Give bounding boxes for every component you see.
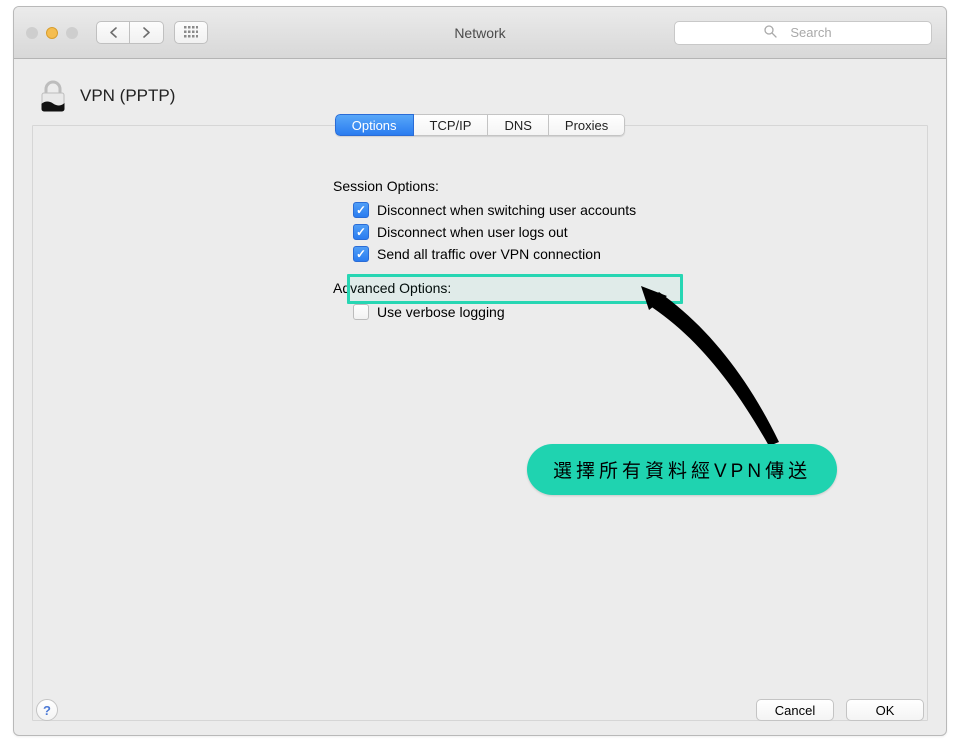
cancel-button[interactable]: Cancel xyxy=(756,699,834,721)
settings-pane: Options TCP/IP DNS Proxies Session Optio… xyxy=(32,125,928,721)
options-form: Session Options: Disconnect when switchi… xyxy=(333,148,893,320)
window-body: VPN (PPTP) Options TCP/IP DNS Proxies Se… xyxy=(14,59,946,735)
checkbox-label: Use verbose logging xyxy=(377,304,505,320)
minimize-window-button[interactable] xyxy=(46,27,58,39)
checkbox-disconnect-logout[interactable] xyxy=(353,224,369,240)
maximize-window-button[interactable] xyxy=(66,27,78,39)
show-all-button[interactable] xyxy=(174,21,208,44)
checkbox-label: Disconnect when switching user accounts xyxy=(377,202,636,218)
tab-tcpip[interactable]: TCP/IP xyxy=(414,114,489,136)
segmented-tabs: Options TCP/IP DNS Proxies xyxy=(335,114,626,136)
checkbox-row-disconnect-logout: Disconnect when user logs out xyxy=(353,224,893,240)
annotation-text: 選擇所有資料經VPN傳送 xyxy=(553,461,811,482)
grid-icon xyxy=(184,26,198,40)
tab-dns[interactable]: DNS xyxy=(488,114,548,136)
checkbox-row-disconnect-switch: Disconnect when switching user accounts xyxy=(353,202,893,218)
pane-title: VPN (PPTP) xyxy=(80,86,175,106)
nav-buttons xyxy=(96,21,164,44)
chevron-right-icon xyxy=(143,27,150,38)
tab-proxies[interactable]: Proxies xyxy=(549,114,625,136)
search-input[interactable] xyxy=(674,21,932,45)
checkbox-label: Disconnect when user logs out xyxy=(377,224,568,240)
checkbox-disconnect-switch[interactable] xyxy=(353,202,369,218)
close-window-button[interactable] xyxy=(26,27,38,39)
vpn-lock-icon xyxy=(36,79,70,113)
checkbox-row-send-all-vpn: Send all traffic over VPN connection xyxy=(353,246,893,262)
ok-button[interactable]: OK xyxy=(846,699,924,721)
chevron-left-icon xyxy=(110,27,117,38)
advanced-options-label: Advanced Options: xyxy=(333,280,893,296)
toolbar: Network xyxy=(14,7,946,59)
preferences-window: Network VPN (PPTP) xyxy=(13,6,947,736)
checkbox-send-all-vpn[interactable] xyxy=(353,246,369,262)
back-button[interactable] xyxy=(96,21,130,44)
annotation-callout: 選擇所有資料經VPN傳送 xyxy=(527,444,837,495)
checkbox-row-verbose-logging: Use verbose logging xyxy=(353,304,893,320)
checkbox-label: Send all traffic over VPN connection xyxy=(377,246,601,262)
forward-button[interactable] xyxy=(130,21,164,44)
traffic-lights xyxy=(26,27,78,39)
session-options-label: Session Options: xyxy=(333,178,893,194)
tab-options[interactable]: Options xyxy=(335,114,414,136)
help-button[interactable]: ? xyxy=(36,699,58,721)
checkbox-verbose-logging[interactable] xyxy=(353,304,369,320)
